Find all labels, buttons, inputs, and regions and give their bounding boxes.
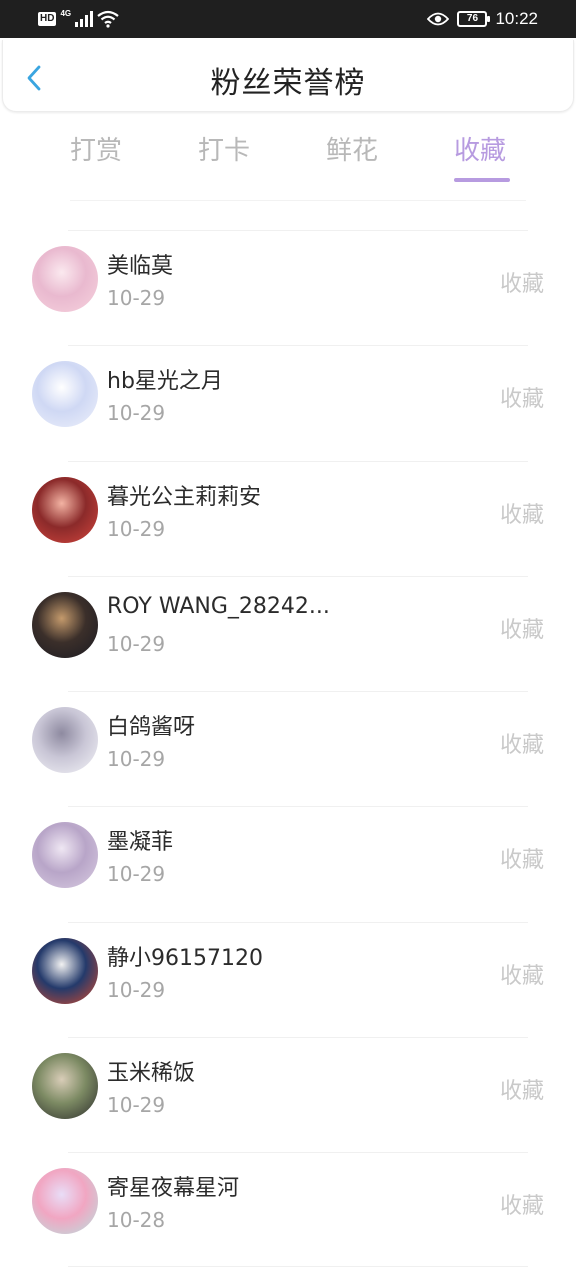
tab-flowers[interactable]: 鲜花 bbox=[302, 130, 402, 167]
tab-checkin[interactable]: 打卡 bbox=[174, 130, 274, 167]
list-item[interactable]: 墨凝菲 10-29 收藏 bbox=[0, 806, 576, 921]
action-label: 收藏 bbox=[499, 387, 544, 413]
tab-favorites[interactable]: 收藏 bbox=[430, 130, 530, 182]
fan-date: 10-29 bbox=[107, 977, 166, 1002]
status-bar: HD 4G 76 10:22 bbox=[0, 0, 576, 38]
fan-date: 10-29 bbox=[107, 286, 166, 310]
avatar[interactable] bbox=[32, 246, 98, 312]
page-title: 粉丝荣誉榜 bbox=[210, 66, 366, 101]
fan-name: 暮光公主莉莉安 bbox=[107, 484, 262, 510]
list-item[interactable]: 寄星夜幕星河 10-28 收藏 bbox=[0, 1152, 576, 1267]
list-item[interactable]: 静小96157120 10-29 收藏 bbox=[0, 921, 576, 1037]
fan-date: 10-29 bbox=[107, 862, 166, 887]
list-item[interactable]: 白鸽酱呀 10-29 收藏 bbox=[0, 691, 576, 806]
list-item[interactable]: hb星光之月 10-29 收藏 bbox=[0, 345, 576, 460]
tab-favorites-label: 收藏 bbox=[453, 136, 506, 166]
row-divider bbox=[68, 921, 528, 923]
battery-level: 76 bbox=[466, 13, 479, 24]
row-divider bbox=[68, 230, 528, 231]
avatar[interactable] bbox=[32, 937, 98, 1004]
row-divider bbox=[68, 1037, 528, 1039]
tab-reward[interactable]: 打赏 bbox=[46, 130, 146, 167]
status-right: 76 10:22 bbox=[427, 9, 538, 29]
clock: 10:22 bbox=[495, 9, 538, 28]
fan-name: ROY WANG_28242... bbox=[107, 593, 330, 619]
action-label: 收藏 bbox=[499, 272, 544, 297]
network-type-label: 4G bbox=[60, 8, 72, 18]
fan-name: 寄星夜幕星河 bbox=[107, 1176, 240, 1202]
action-label: 收藏 bbox=[499, 963, 544, 989]
action-label: 收藏 bbox=[499, 1194, 544, 1220]
active-tab-indicator bbox=[454, 178, 510, 182]
list-item[interactable]: 暮光公主莉莉安 10-29 收藏 bbox=[0, 460, 576, 576]
fan-name: hb星光之月 bbox=[107, 369, 223, 395]
row-divider bbox=[68, 460, 528, 462]
fan-name: 玉米稀饭 bbox=[107, 1061, 196, 1087]
hd-badge: HD bbox=[38, 12, 57, 26]
fan-date: 10-29 bbox=[107, 516, 166, 541]
avatar[interactable] bbox=[32, 1053, 98, 1120]
action-label: 收藏 bbox=[499, 502, 544, 528]
fan-name: 静小96157120 bbox=[107, 945, 263, 971]
action-label: 收藏 bbox=[499, 1079, 544, 1105]
app-header: 粉丝荣誉榜 bbox=[2, 40, 574, 112]
list-item[interactable]: 玉米稀饭 10-29 收藏 bbox=[0, 1037, 576, 1152]
status-left: HD 4G bbox=[38, 9, 119, 29]
tab-bar: 打赏 打卡 鲜花 收藏 bbox=[0, 130, 576, 182]
row-divider bbox=[68, 575, 528, 577]
tab-divider bbox=[70, 200, 526, 201]
avatar[interactable] bbox=[32, 822, 98, 889]
avatar[interactable] bbox=[32, 591, 98, 658]
avatar[interactable] bbox=[32, 707, 98, 774]
fan-date: 10-28 bbox=[107, 1208, 166, 1233]
list-bottom-divider bbox=[68, 1266, 528, 1267]
row-divider bbox=[68, 345, 528, 347]
fan-date: 10-29 bbox=[107, 631, 166, 656]
eye-icon bbox=[427, 12, 450, 26]
list-item[interactable]: ROY WANG_28242... 10-29 收藏 bbox=[0, 575, 576, 691]
fan-name: 墨凝菲 bbox=[107, 830, 174, 856]
row-divider bbox=[68, 806, 528, 808]
fan-list: 美临莫 10-29 收藏 hb星光之月 10-29 收藏 暮光公主莉莉安 10-29 收藏 ROY… bbox=[0, 230, 576, 1268]
fan-date: 10-29 bbox=[107, 401, 166, 426]
action-label: 收藏 bbox=[499, 733, 544, 759]
avatar[interactable] bbox=[32, 476, 98, 543]
fan-date: 10-29 bbox=[107, 747, 166, 772]
avatar[interactable] bbox=[32, 1168, 98, 1235]
fan-name: 美临莫 bbox=[107, 254, 174, 279]
fan-date: 10-29 bbox=[107, 1093, 166, 1118]
row-divider bbox=[68, 1152, 528, 1154]
avatar[interactable] bbox=[32, 361, 98, 428]
action-label: 收藏 bbox=[499, 848, 544, 874]
row-divider bbox=[68, 691, 528, 693]
wifi-icon bbox=[97, 10, 119, 28]
list-item[interactable]: 美临莫 10-29 收藏 bbox=[0, 230, 576, 345]
battery-indicator: 76 bbox=[457, 11, 491, 27]
fan-name: 白鸽酱呀 bbox=[107, 715, 196, 741]
action-label: 收藏 bbox=[499, 617, 544, 643]
signal-icon bbox=[75, 11, 94, 27]
